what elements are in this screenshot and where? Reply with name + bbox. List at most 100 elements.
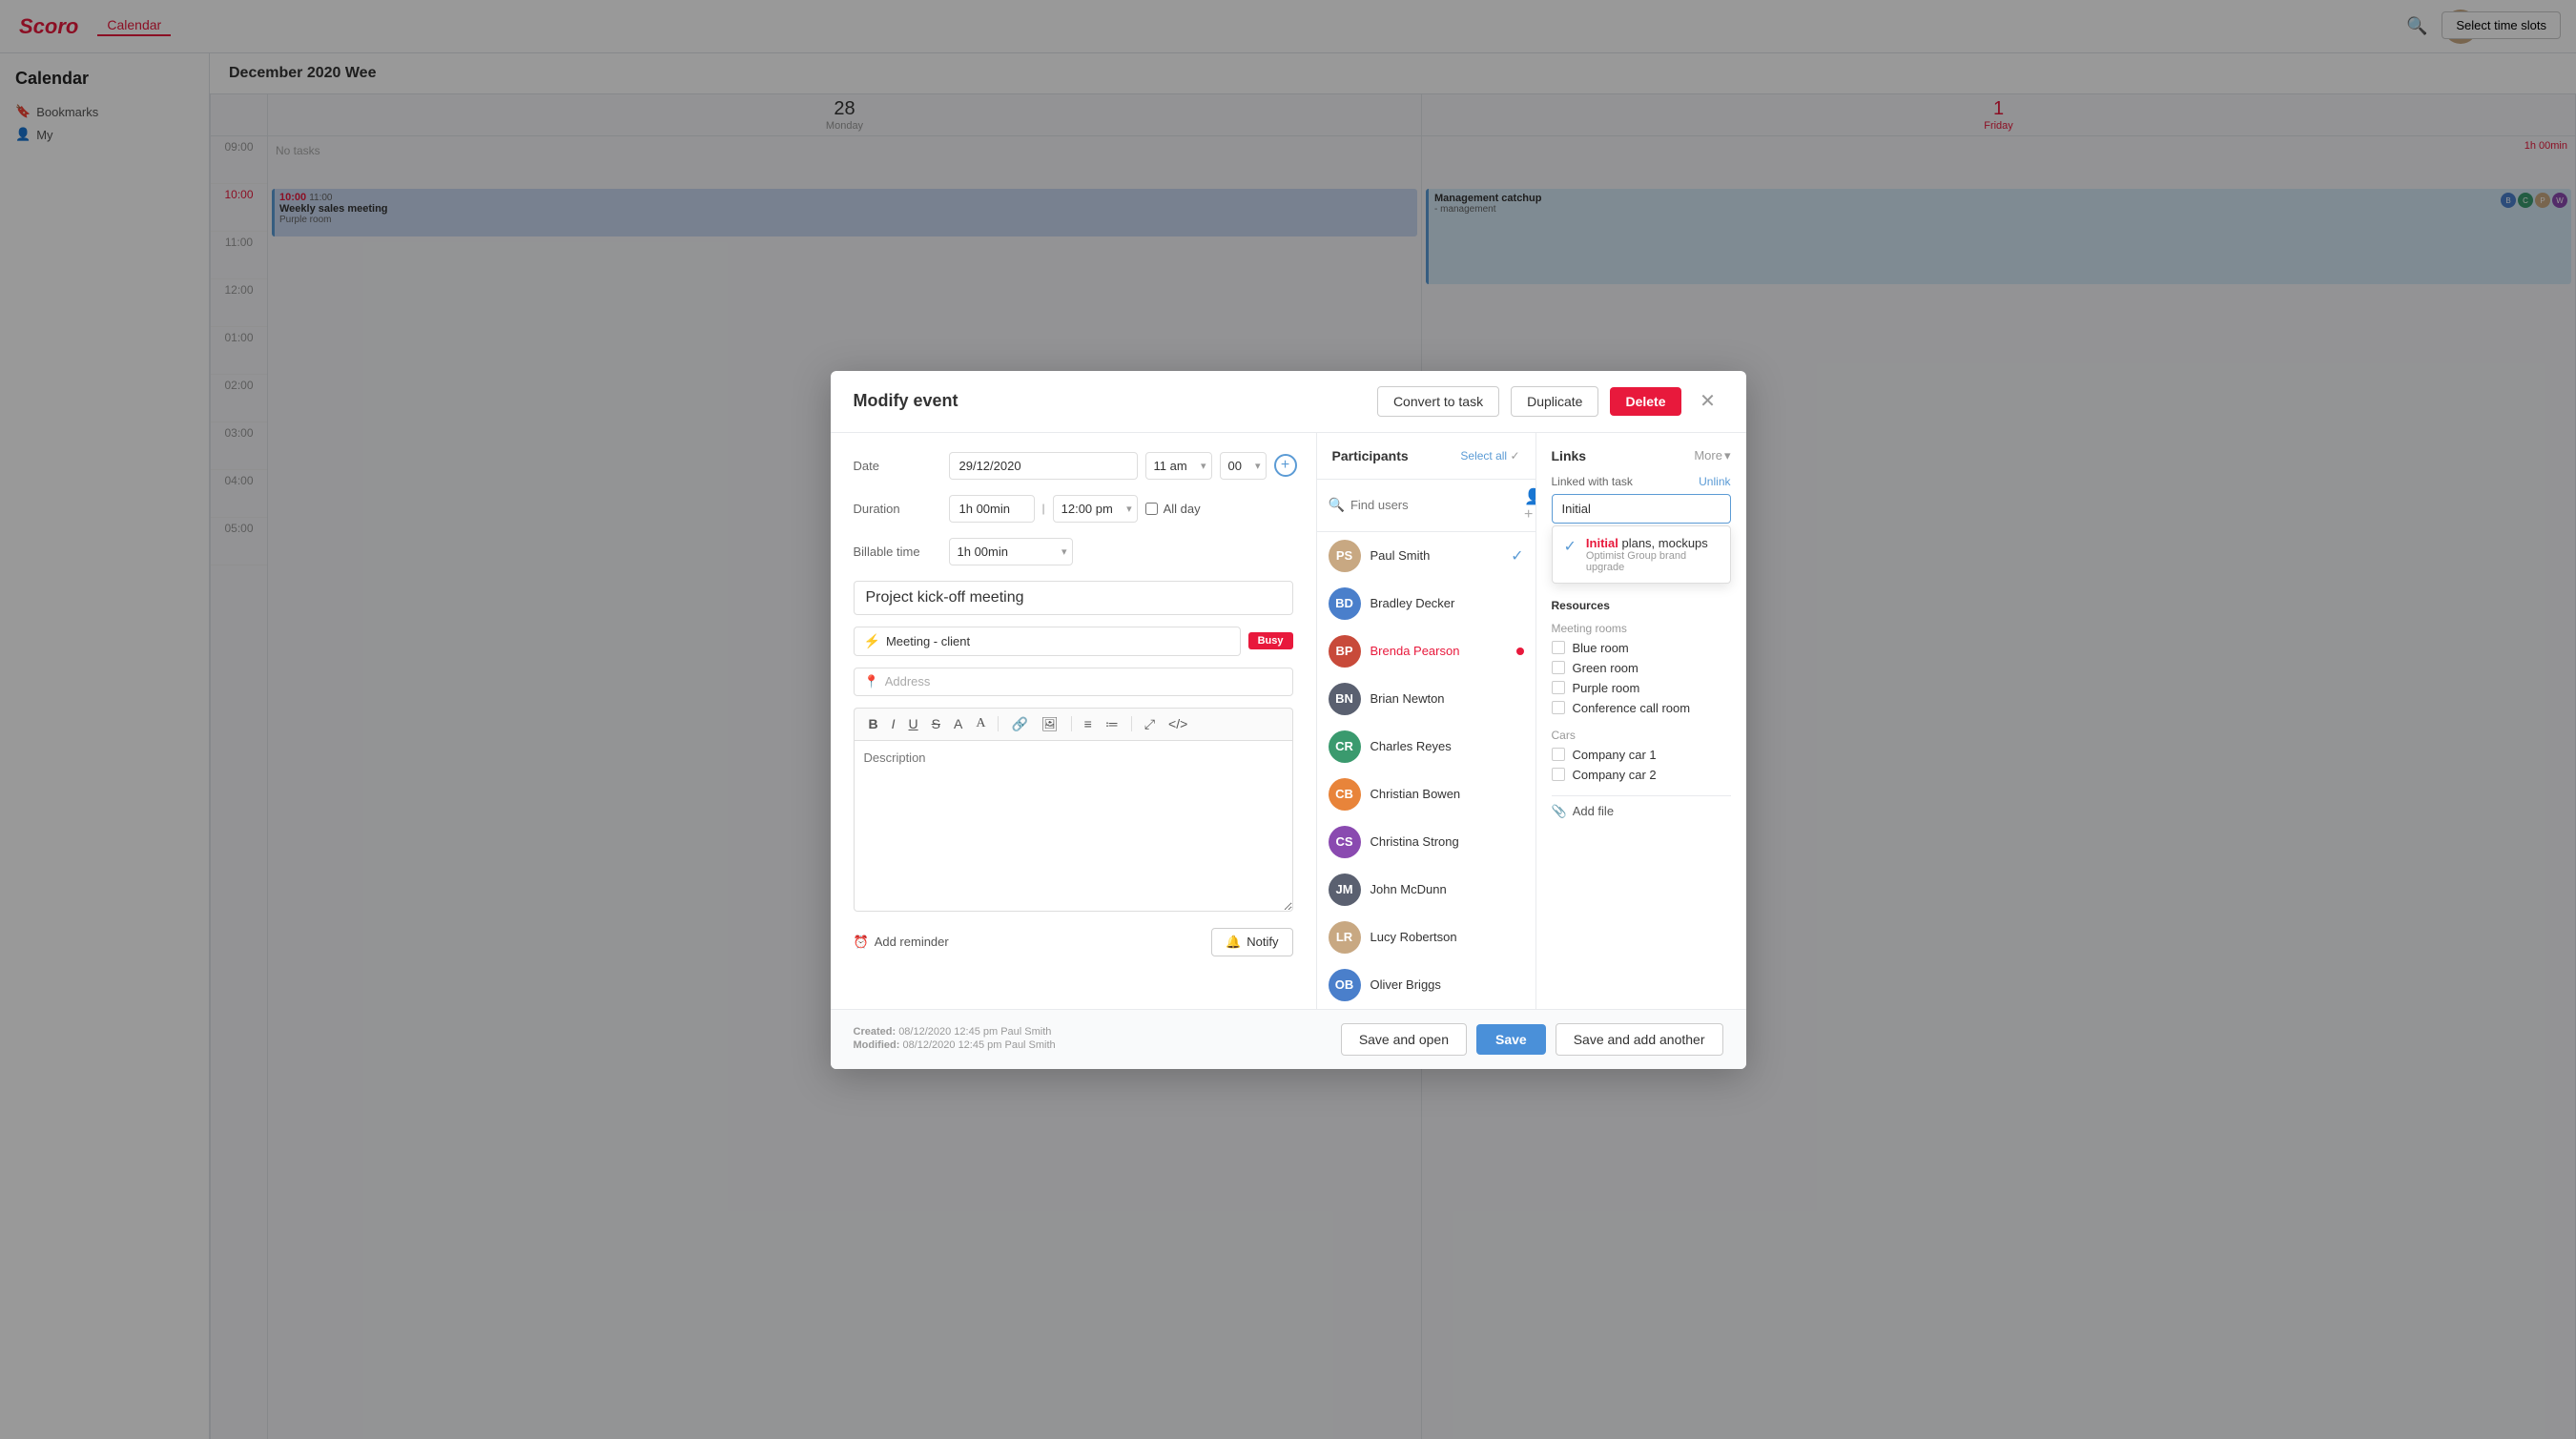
purple-room-checkbox[interactable] [1552,681,1565,694]
car1-name: Company car 1 [1573,748,1657,762]
add-reminder-button[interactable]: ⏰ Add reminder [854,935,949,950]
strikethrough-button[interactable]: S [927,714,945,733]
bell-icon: 🔔 [1226,935,1241,950]
reminder-row: ⏰ Add reminder 🔔 Notify [854,928,1293,956]
linked-task-label: Linked with task [1552,475,1633,488]
ordered-list-button[interactable]: ≔ [1101,714,1123,734]
linked-task-label-row: Linked with task Unlink [1552,475,1731,488]
participant-brenda-pearson[interactable]: BP Brenda Pearson [1317,627,1535,675]
convert-to-task-button[interactable]: Convert to task [1377,386,1499,417]
participant-christina-strong[interactable]: CS Christina Strong [1317,818,1535,866]
billable-label: Billable time [854,545,949,559]
participant-charles-reyes[interactable]: CR Charles Reyes [1317,723,1535,771]
participant-paul-smith[interactable]: PS Paul Smith ✓ [1317,532,1535,580]
participant-name-lucy: Lucy Robertson [1370,930,1524,944]
car2-checkbox[interactable] [1552,768,1565,781]
participant-lucy-robertson[interactable]: LR Lucy Robertson [1317,914,1535,961]
green-room-checkbox[interactable] [1552,661,1565,674]
modified-label: Modified: [854,1039,900,1051]
date-controls: 11 am 00 + [949,452,1297,480]
task-option-title: Initial plans, mockups [1586,536,1719,550]
save-button[interactable]: Save [1476,1024,1546,1055]
allday-checkbox[interactable] [1145,503,1158,515]
search-users-row: 🔍 👤+ [1317,480,1535,532]
text-color-button[interactable]: A [949,714,967,733]
event-name-input[interactable] [854,581,1293,615]
find-users-input[interactable] [1350,498,1518,512]
resource-purple-room: Purple room [1552,681,1731,695]
participant-name-brian: Brian Newton [1370,691,1524,706]
links-header: Links More ▾ [1552,448,1731,463]
blue-room-name: Blue room [1573,641,1629,655]
modify-event-modal: Modify event Convert to task Duplicate D… [831,371,1746,1069]
car2-name: Company car 2 [1573,768,1657,782]
location-icon: 📍 [864,674,879,689]
footer-actions: Save and open Save Save and add another [1341,1023,1723,1056]
fullscreen-button[interactable]: ⤢ [1140,714,1160,734]
modal-overlay[interactable]: Modify event Convert to task Duplicate D… [0,0,2576,1439]
image-button[interactable]: 🖼 [1037,714,1063,734]
address-placeholder: Address [885,674,931,689]
modified-value: 08/12/2020 12:45 pm Paul Smith [902,1039,1055,1051]
text-style-button[interactable]: A [971,714,990,733]
save-and-add-another-button[interactable]: Save and add another [1556,1023,1723,1056]
purple-room-name: Purple room [1573,681,1640,695]
tag-row: ⚡ Meeting - client Busy [854,627,1293,656]
link-button[interactable]: 🔗 [1006,714,1032,734]
footer-metadata: Created: 08/12/2020 12:45 pm Paul Smith … [854,1026,1056,1053]
unordered-list-button[interactable]: ≡ [1080,714,1097,733]
conference-room-name: Conference call room [1573,701,1691,715]
car1-checkbox[interactable] [1552,748,1565,761]
end-time-select[interactable]: 12:00 pm [1053,495,1138,523]
code-button[interactable]: </> [1164,714,1192,733]
duplicate-button[interactable]: Duplicate [1511,386,1598,417]
alarm-icon: ⏰ [854,935,869,950]
lightning-icon: ⚡ [864,633,880,649]
select-all-button[interactable]: Select all ✓ [1460,449,1519,463]
add-date-button[interactable]: + [1274,454,1297,477]
billable-select-wrap: 1h 00min [949,538,1073,565]
duration-input[interactable] [949,495,1035,523]
participant-name-bradley: Bradley Decker [1370,596,1524,610]
hour-select[interactable]: 11 am [1145,452,1212,480]
participant-christian-bowen[interactable]: CB Christian Bowen [1317,771,1535,818]
conference-room-checkbox[interactable] [1552,701,1565,714]
address-input[interactable]: 📍 Address [854,668,1293,696]
online-indicator-brenda [1516,648,1524,655]
bold-button[interactable]: B [864,714,883,733]
resource-conference-room: Conference call room [1552,701,1731,715]
close-button[interactable]: ✕ [1693,386,1723,417]
unlink-button[interactable]: Unlink [1699,475,1730,488]
participant-brian-newton[interactable]: BN Brian Newton [1317,675,1535,723]
green-room-name: Green room [1573,661,1638,675]
add-file-button[interactable]: 📎 Add file [1552,795,1731,819]
avatar-brenda: BP [1329,635,1361,668]
select-all-text: Select all [1460,449,1507,463]
task-search-input[interactable] [1552,494,1731,524]
duration-label: Duration [854,502,949,516]
participant-john-mcdunn[interactable]: JM John McDunn [1317,866,1535,914]
italic-button[interactable]: I [887,714,900,733]
more-button[interactable]: More ▾ [1694,448,1730,463]
save-and-open-button[interactable]: Save and open [1341,1023,1467,1056]
text-toolbar: B I U S A A 🔗 🖼 ≡ ≔ ⤢ </> [854,708,1293,740]
modal-header: Modify event Convert to task Duplicate D… [831,371,1746,433]
task-option-subtitle: Optimist Group brand upgrade [1586,550,1719,573]
participant-oliver-briggs[interactable]: OB Oliver Briggs [1317,961,1535,1009]
tag-input[interactable]: ⚡ Meeting - client [854,627,1241,656]
task-option-initial[interactable]: ✓ Initial plans, mockups Optimist Group … [1553,526,1730,583]
participant-name-john: John McDunn [1370,882,1524,896]
duration-controls: | 12:00 pm All day [949,495,1293,523]
minute-select[interactable]: 00 [1220,452,1267,480]
description-textarea[interactable] [854,740,1293,912]
blue-room-checkbox[interactable] [1552,641,1565,654]
billable-select[interactable]: 1h 00min [949,538,1073,565]
date-input[interactable] [949,452,1138,480]
participant-bradley-decker[interactable]: BD Bradley Decker [1317,580,1535,627]
meeting-rooms-group: Meeting rooms Blue room Green room [1552,622,1731,715]
delete-button[interactable]: Delete [1610,387,1680,416]
underline-button[interactable]: U [904,714,923,733]
add-user-icon[interactable]: 👤+ [1524,487,1536,524]
toolbar-divider-2 [1071,716,1072,731]
notify-button[interactable]: 🔔 Notify [1211,928,1292,956]
